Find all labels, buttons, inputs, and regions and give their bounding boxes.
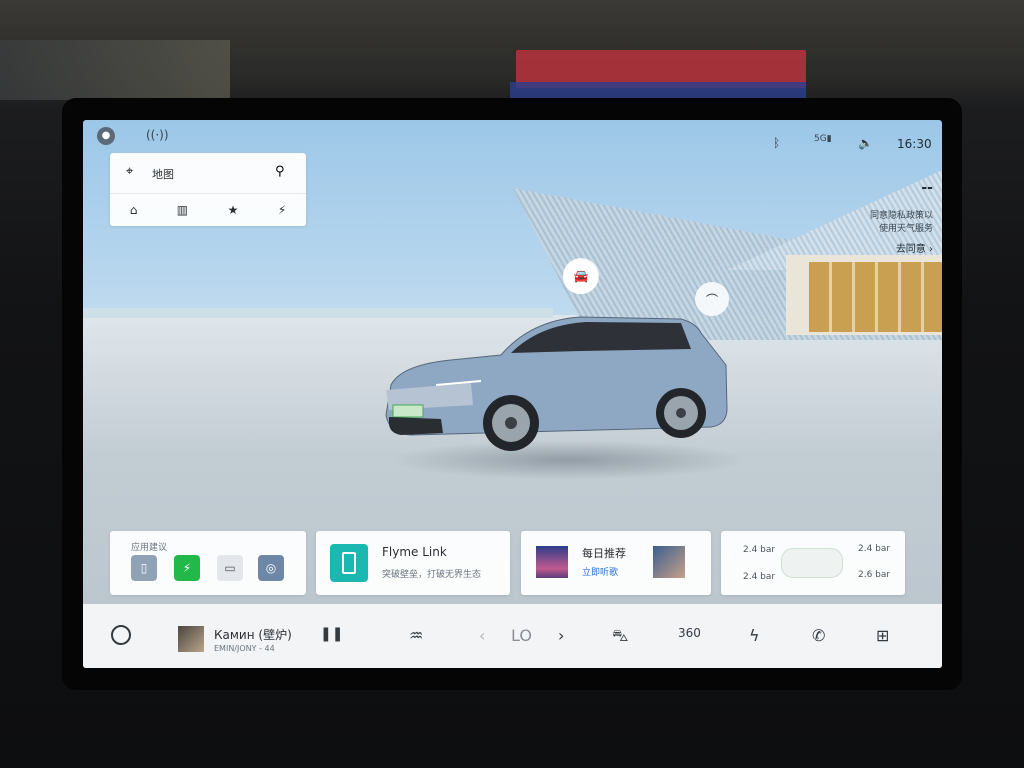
map-header[interactable]: ⌖ 地图 ⚲: [110, 153, 306, 194]
map-shortcuts: ⌂ ▥ ★ ⚡: [110, 194, 306, 226]
office-icon[interactable]: ▥: [177, 203, 188, 217]
temp-down-chevron-icon[interactable]: ‹: [479, 626, 485, 645]
tire-front-left: 2.4 bar: [743, 545, 776, 555]
car-topview-icon: [781, 548, 843, 578]
app-car-tile[interactable]: ▭: [217, 555, 243, 581]
hotspot-icon[interactable]: ((·)): [146, 128, 169, 142]
door-hotspot-button[interactable]: ⌒: [695, 282, 729, 316]
user-icon[interactable]: ●: [97, 127, 115, 145]
signal-icon: 5G▮: [814, 134, 832, 144]
car-roof-hotspot-button[interactable]: 🚘: [563, 258, 599, 294]
daily-album-art: [653, 546, 685, 578]
car-front-icon[interactable]: ⛍: [612, 626, 629, 647]
map-pin-icon: ⌖: [126, 164, 134, 179]
phone-icon[interactable]: ✆: [812, 626, 825, 645]
search-icon[interactable]: ⚲: [275, 164, 285, 179]
pause-icon[interactable]: ❚❚: [320, 626, 343, 642]
charging-bolt-icon[interactable]: ϟ: [749, 626, 760, 645]
app-grid-icon[interactable]: ⊞: [876, 626, 889, 645]
now-playing-title[interactable]: Камин (壁炉): [214, 626, 292, 643]
scene-building-windows: [809, 262, 942, 332]
weather-notice-line2: 使用天气服务: [878, 224, 933, 234]
app-drive-tile[interactable]: ◎: [258, 555, 284, 581]
map-widget[interactable]: ⌖ 地图 ⚲ ⌂ ▥ ★ ⚡: [110, 153, 306, 226]
app-suggest-card[interactable]: 应用建议 ▯ ⚡ ▭ ◎: [110, 531, 306, 595]
charging-icon[interactable]: ⚡: [278, 203, 286, 217]
daily-pick-title: 每日推荐: [582, 547, 626, 560]
tire-rear-left: 2.4 bar: [743, 572, 776, 582]
now-playing-art[interactable]: [178, 626, 204, 652]
car-icon: 🚘: [573, 269, 589, 283]
flyme-link-title: Flyme Link: [382, 545, 447, 559]
temp-up-chevron-icon[interactable]: ›: [558, 626, 564, 645]
weather-notice-line1: 同意隐私政策以: [869, 211, 933, 221]
flyme-link-card[interactable]: Flyme Link 突破壁垒，打破无界生态: [316, 531, 510, 595]
daily-pick-card[interactable]: 每日推荐 立即听歌: [521, 531, 711, 595]
volume-icon[interactable]: 🔈: [858, 136, 873, 150]
infotainment-screen: ⌇ 🚘 ⌒ ● ((·)) ᛒ 5G▮ 🔈 16:30 -- 同意隐私政策以 使…: [83, 120, 942, 668]
daily-pick-link[interactable]: 立即听歌: [582, 565, 618, 578]
tire-pressure-card[interactable]: 2.4 bar 2.4 bar 2.4 bar 2.6 bar: [721, 531, 905, 595]
background-shop: [0, 40, 230, 100]
steering-app-icon: ◎: [265, 561, 277, 575]
app-suggest-title: 应用建议: [131, 543, 168, 553]
weather-widget[interactable]: -- 同意隐私政策以 使用天气服务 去同意 ›: [833, 180, 933, 255]
bottom-dock: Камин (壁炉) EMIN/JONY - 44 ❚❚ ♒ ‹ LO › ⛍ …: [83, 604, 942, 668]
flyme-link-subtitle: 突破壁垒，打破无界生态: [382, 570, 482, 580]
app-phone-tile[interactable]: ▯: [131, 555, 157, 581]
car-model[interactable]: [381, 315, 731, 465]
door-open-icon: ⌒: [705, 292, 718, 307]
home-icon[interactable]: ⌂: [130, 203, 138, 217]
map-title: 地图: [152, 168, 174, 181]
signal-label: 5G: [814, 134, 827, 144]
favorite-icon[interactable]: ★: [228, 203, 239, 217]
bluetooth-icon[interactable]: ᛒ: [773, 136, 780, 150]
charge-app-icon: ⚡: [182, 561, 192, 575]
view-360-icon[interactable]: 360: [678, 626, 701, 640]
now-playing-artist: EMIN/JONY - 44: [214, 644, 275, 653]
flyme-link-icon: [330, 544, 368, 582]
home-circle-button[interactable]: [111, 625, 131, 645]
tire-front-right: 2.4 bar: [858, 544, 891, 554]
app-charge-tile[interactable]: ⚡: [174, 555, 200, 581]
daily-cover-art: [536, 546, 568, 578]
tire-rear-right: 2.6 bar: [858, 570, 891, 580]
car-app-icon: ▭: [224, 561, 236, 575]
phone-app-icon: ▯: [140, 561, 148, 575]
weather-agree-link[interactable]: 去同意 ›: [833, 240, 933, 255]
clock: 16:30: [897, 137, 932, 151]
weather-temp: --: [921, 180, 933, 196]
temp-value: LO: [511, 626, 532, 645]
defrost-icon[interactable]: ♒: [409, 626, 423, 645]
